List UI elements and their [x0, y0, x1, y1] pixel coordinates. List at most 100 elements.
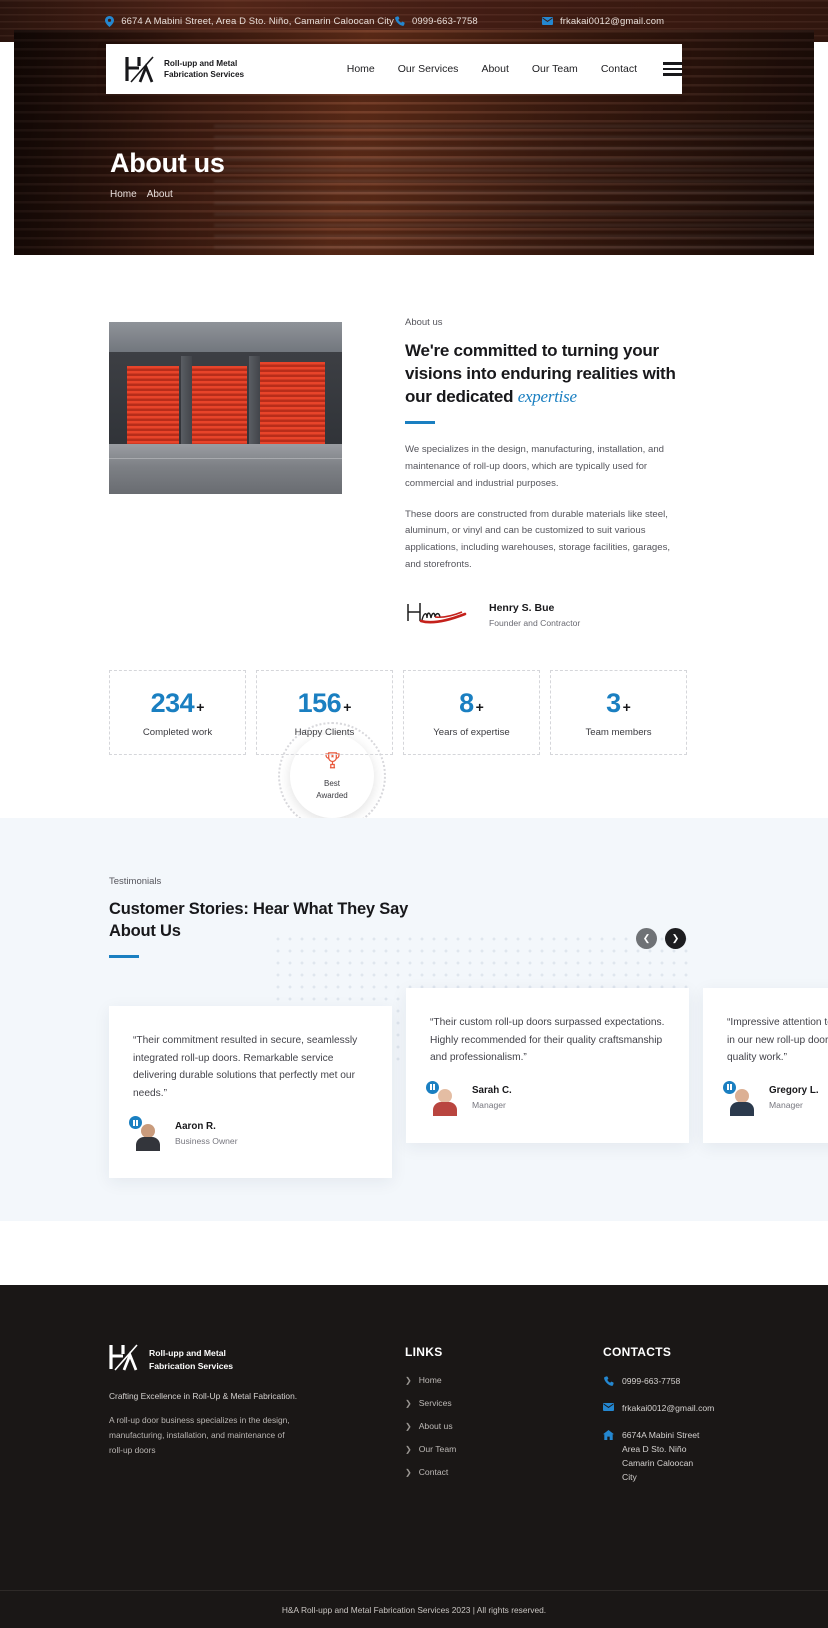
- stat-value: 156: [297, 687, 342, 718]
- founder-role: Founder and Contractor: [489, 618, 581, 629]
- founder-name: Henry S. Bue: [489, 602, 555, 615]
- footer-contact-email[interactable]: frkakai0012@gmail.com: [603, 1402, 714, 1416]
- chevron-right-icon: ❯: [405, 1467, 412, 1477]
- site-header: Roll-upp and Metal Fabrication Services …: [106, 44, 682, 94]
- footer-contact-phone[interactable]: 0999-663-7758: [603, 1375, 714, 1389]
- breadcrumb: Home About: [110, 189, 225, 200]
- footer-description: A roll-up door business specializes in t…: [109, 1415, 290, 1455]
- handwritten-signature: [405, 600, 467, 631]
- chevron-right-icon[interactable]: ❯: [665, 928, 686, 949]
- home-icon: [603, 1429, 614, 1440]
- testimonial-quote: “Impressive attention to detail and prof…: [727, 1017, 828, 1064]
- stats-row: 234 + Completed work 156 + Happy Clients…: [109, 670, 689, 755]
- testimonial-card[interactable]: “Impressive attention to detail and prof…: [703, 988, 828, 1143]
- about-heading-emphasis: expertise: [517, 386, 577, 406]
- chevron-left-icon[interactable]: ❮: [636, 928, 657, 949]
- page-title: About us: [110, 148, 225, 178]
- quote-badge-icon: [426, 1080, 439, 1094]
- footer-brand-line-2: Fabrication Services: [149, 1360, 234, 1371]
- stat-suffix: +: [475, 698, 484, 715]
- stat-suffix: +: [622, 698, 631, 715]
- phone-icon: [603, 1375, 614, 1386]
- topbar-address: 6674 A Mabini Street, Area D Sto. Niño, …: [104, 15, 394, 27]
- topbar-email[interactable]: frkakai0012@gmail.com: [542, 16, 664, 27]
- footer-link-label[interactable]: Services: [419, 1398, 452, 1408]
- about-paragraph-2: These doors are constructed from durable…: [405, 508, 671, 570]
- brand-logo[interactable]: Roll-upp and Metal Fabrication Services: [106, 55, 331, 83]
- nav-item-our-services[interactable]: Our Services: [398, 63, 459, 75]
- testimonial-author: Sarah C. Manager: [426, 1080, 665, 1116]
- footer-address-line-4: City: [622, 1471, 637, 1482]
- about-page: 6674 A Mabini Street, Area D Sto. Niño, …: [0, 0, 828, 1628]
- brand-line-2: Fabrication Services: [164, 70, 245, 79]
- footer-link-label[interactable]: Our Team: [419, 1444, 457, 1454]
- footer-brand-name: Roll-upp and Metal Fabrication Services: [149, 1347, 233, 1371]
- ha-monogram-logo: [125, 55, 156, 83]
- chevron-right-icon: ❯: [405, 1375, 412, 1385]
- footer-link-home[interactable]: ❯ Home: [405, 1375, 456, 1385]
- footer-links-column: LINKS ❯ Home ❯ Services ❯ About us ❯ Our…: [405, 1345, 456, 1477]
- about-photo: [109, 322, 342, 494]
- footer-brand-line-1: Roll-upp and Metal: [149, 1348, 226, 1359]
- main-navigation: Home Our Services About Our Team Contact: [347, 63, 637, 75]
- testimonial-author-name: Aaron R.: [175, 1120, 216, 1132]
- footer-link-label[interactable]: Contact: [419, 1467, 449, 1477]
- footer-brand[interactable]: Roll-upp and Metal Fabrication Services: [109, 1343, 233, 1376]
- about-heading: We're committed to turning your visions …: [405, 340, 685, 408]
- quote-badge-icon: [129, 1116, 142, 1130]
- footer-link-contact[interactable]: ❯ Contact: [405, 1467, 456, 1477]
- testimonial-card[interactable]: “Their commitment resulted in secure, se…: [109, 1006, 392, 1178]
- footer-link-label[interactable]: About us: [419, 1421, 453, 1431]
- testimonial-card[interactable]: “Their custom roll-up doors surpassed ex…: [406, 988, 689, 1143]
- nav-item-home[interactable]: Home: [347, 63, 375, 75]
- footer-copyright-bar: H&A Roll-upp and Metal Fabrication Servi…: [0, 1590, 828, 1628]
- chevron-right-icon: ❯: [405, 1444, 412, 1454]
- testimonial-author-name: Sarah C.: [472, 1085, 512, 1097]
- testimonial-author-role: Manager: [472, 1100, 506, 1111]
- stat-card: 156 + Happy Clients: [256, 670, 393, 755]
- breadcrumb-item-about: About: [146, 189, 173, 200]
- testimonial-card-list: “Their commitment resulted in secure, se…: [109, 988, 828, 1178]
- stat-value: 3: [606, 687, 621, 718]
- stat-card: 3 + Team members: [550, 670, 687, 755]
- brand-line-1: Roll-upp and Metal: [164, 58, 238, 68]
- footer-contacts-heading: CONTACTS: [603, 1345, 672, 1359]
- footer-email-text: frkakai0012@gmail.com: [622, 1402, 715, 1413]
- nav-item-contact[interactable]: Contact: [601, 63, 637, 75]
- nav-item-our-team[interactable]: Our Team: [532, 63, 578, 75]
- chevron-right-icon: ❯: [405, 1421, 412, 1431]
- testimonial-quote: “Their custom roll-up doors surpassed ex…: [430, 1017, 665, 1064]
- badge-label: Best Awarded: [316, 778, 347, 800]
- brand-name: Roll-upp and Metal Fabrication Services: [164, 58, 244, 81]
- breadcrumb-item-home[interactable]: Home: [110, 189, 137, 200]
- chevron-right-icon: ❯: [405, 1398, 412, 1408]
- topbar-email-text: frkakai0012@gmail.com: [560, 15, 665, 27]
- stat-value: 8: [459, 687, 474, 718]
- footer-address-line-1: 6674A Mabini Street: [622, 1429, 700, 1440]
- nav-item-about[interactable]: About: [481, 63, 508, 75]
- topbar-phone-text: 0999-663-7758: [412, 15, 478, 27]
- footer-contacts-column: CONTACTS 0999-663-7758 frkakai0012@gmail…: [603, 1345, 714, 1485]
- footer-link-label[interactable]: Home: [419, 1375, 442, 1385]
- stat-suffix: +: [343, 698, 352, 715]
- testimonial-author-role: Business Owner: [175, 1135, 238, 1146]
- footer-address-text: 6674A Mabini Street Area D Sto. Niño Cam…: [622, 1429, 699, 1485]
- topbar-phone[interactable]: 0999-663-7758: [394, 16, 542, 27]
- footer-address-line-2: Area D Sto. Niño: [622, 1443, 687, 1454]
- footer-phone-text: 0999-663-7758: [622, 1376, 681, 1386]
- footer-contact-address: 6674A Mabini Street Area D Sto. Niño Cam…: [603, 1429, 714, 1485]
- stat-label: Team members: [585, 726, 652, 738]
- footer-tagline: Crafting Excellence in Roll-Up & Metal F…: [109, 1391, 298, 1401]
- site-footer: Roll-upp and Metal Fabrication Services …: [0, 1285, 828, 1628]
- footer-link-our-team[interactable]: ❯ Our Team: [405, 1444, 456, 1454]
- footer-link-services[interactable]: ❯ Services: [405, 1398, 456, 1408]
- footer-link-about-us[interactable]: ❯ About us: [405, 1421, 456, 1431]
- footer-address-line-3: Camarin Caloocan: [622, 1457, 694, 1468]
- stat-label: Happy Clients: [294, 726, 355, 738]
- about-accent-rule: [405, 421, 435, 425]
- topbar-address-text: 6674 A Mabini Street, Area D Sto. Niño, …: [121, 15, 394, 27]
- hamburger-menu-icon[interactable]: [663, 62, 682, 76]
- envelope-icon: [603, 1402, 614, 1411]
- testimonial-author: Gregory L. Manager: [723, 1080, 828, 1116]
- stat-label: Years of expertise: [433, 726, 510, 738]
